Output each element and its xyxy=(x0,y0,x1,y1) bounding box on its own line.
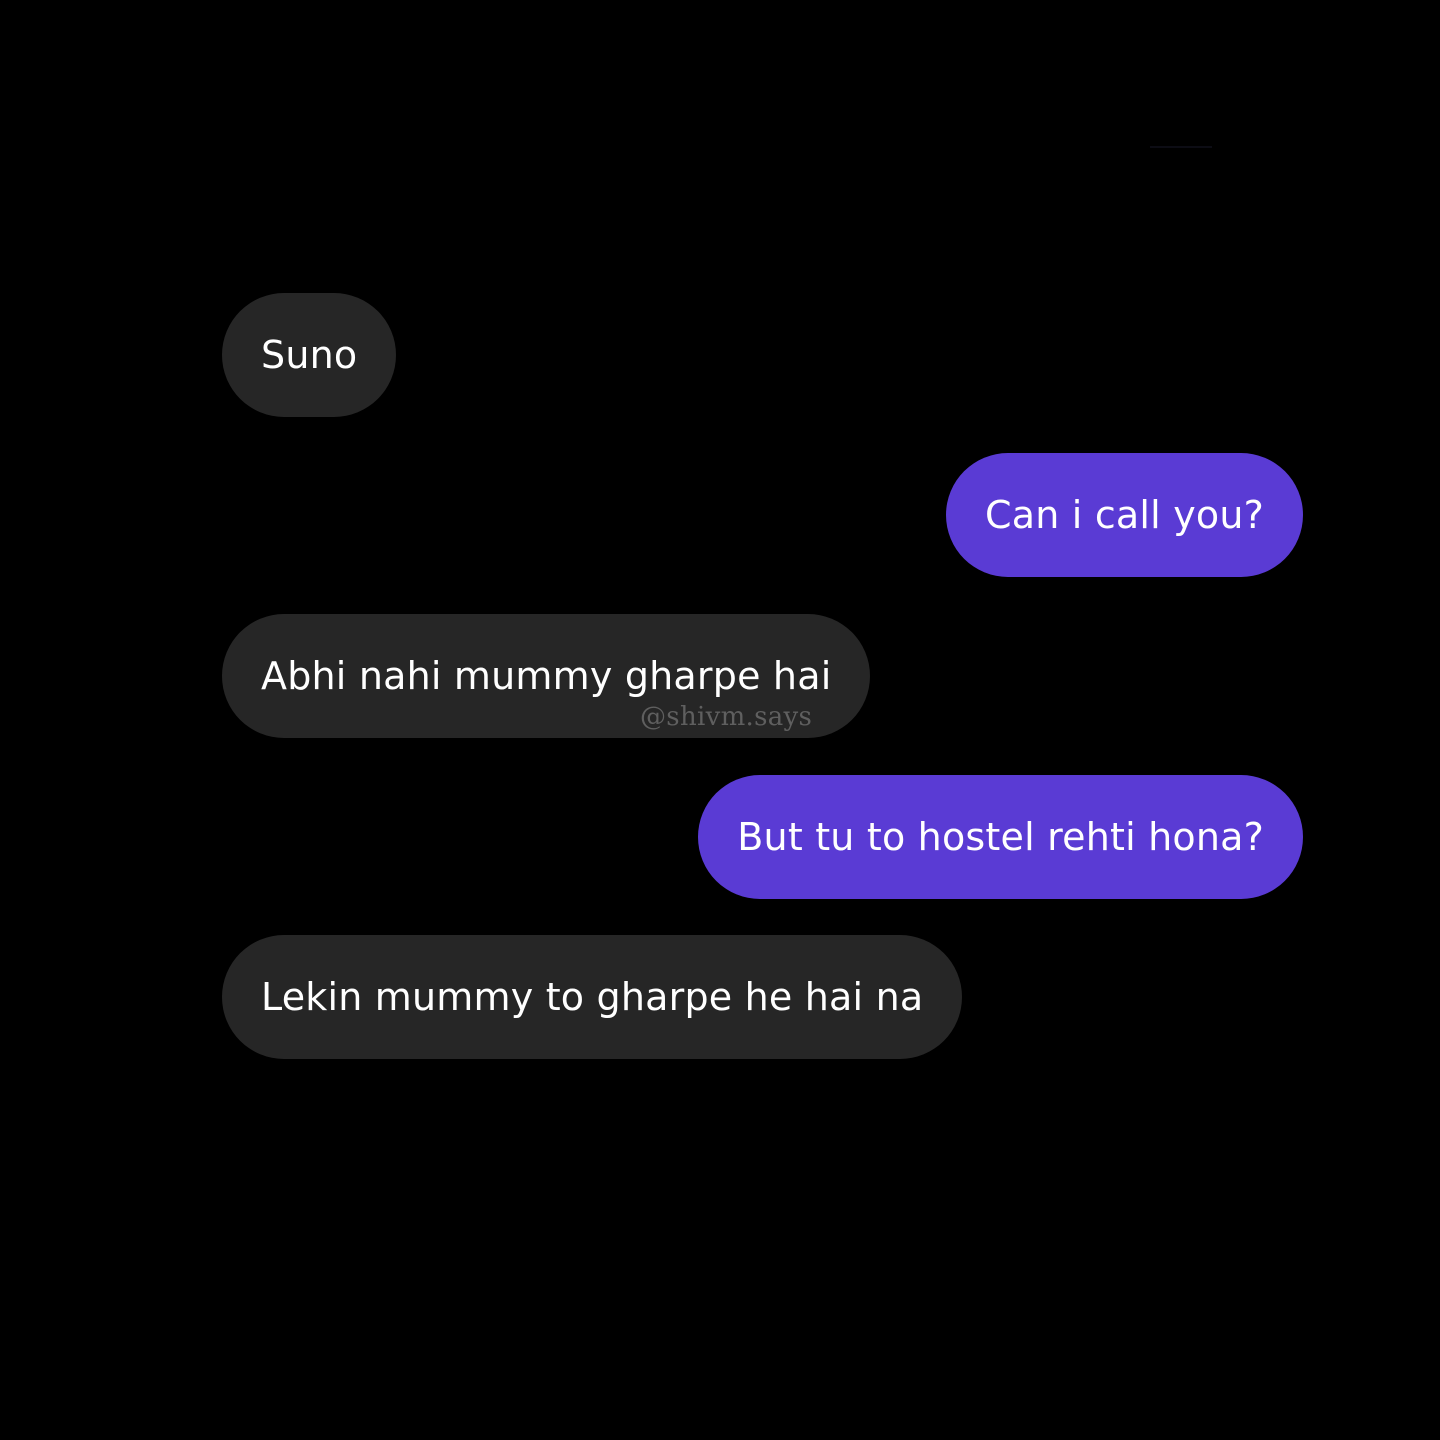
chat-thread: Suno Can i call you? Abhi nahi mummy gha… xyxy=(0,0,1440,1440)
message-bubble-incoming[interactable]: Suno xyxy=(222,293,397,417)
message-text: Lekin mummy to gharpe he hai na xyxy=(261,975,924,1019)
message-text: Abhi nahi mummy gharpe hai xyxy=(261,654,832,698)
message-bubble-outgoing[interactable]: But tu to hostel rehti hona? xyxy=(698,775,1303,899)
divider xyxy=(1150,146,1212,148)
watermark: @shivm.says xyxy=(640,702,813,732)
message-text: But tu to hostel rehti hona? xyxy=(737,815,1264,859)
message-bubble-incoming[interactable]: Lekin mummy to gharpe he hai na xyxy=(222,935,963,1059)
message-text: Suno xyxy=(261,333,358,377)
message-bubble-outgoing[interactable]: Can i call you? xyxy=(946,453,1303,577)
message-text: Can i call you? xyxy=(985,493,1264,537)
